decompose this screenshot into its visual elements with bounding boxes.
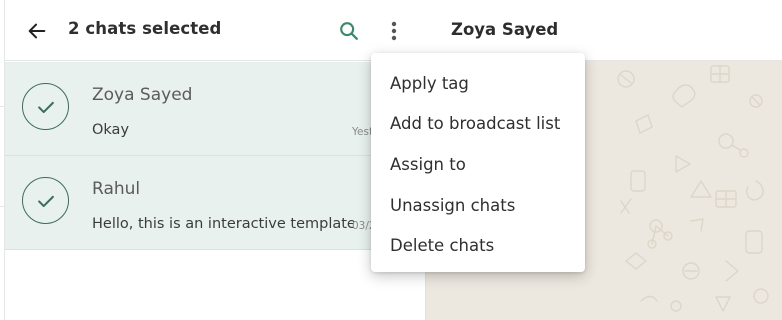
chat-list-item[interactable]: Zoya Sayed Okay Yesterday (5, 62, 426, 156)
search-button[interactable] (335, 17, 363, 45)
checkmark-icon (37, 195, 54, 207)
menu-item-delete-chats[interactable]: Delete chats (371, 225, 585, 266)
conversation-header: Zoya Sayed (426, 0, 782, 61)
back-button[interactable] (23, 17, 51, 45)
selected-count-title: 2 chats selected (68, 19, 222, 38)
checkmark-icon (37, 101, 54, 113)
conversation-contact-name: Zoya Sayed (451, 20, 559, 39)
chat-last-message: Hello, this is an interactive template (92, 216, 354, 232)
chat-last-message: Okay (92, 122, 130, 138)
more-options-menu: Apply tag Add to broadcast list Assign t… (371, 53, 585, 272)
search-icon (340, 22, 358, 40)
chat-contact-name: Rahul (92, 179, 141, 199)
more-vertical-icon (391, 21, 397, 41)
menu-item-unassign-chats[interactable]: Unassign chats (371, 185, 585, 226)
chat-list-item[interactable]: Rahul Hello, this is an interactive temp… (5, 156, 426, 250)
selection-header: 2 chats selected (5, 0, 426, 61)
chat-list-panel: 2 chats selected Zoya Sayed Okay Yesterd… (5, 0, 426, 320)
selected-check[interactable] (22, 83, 69, 130)
arrow-left-icon (28, 23, 46, 39)
menu-item-assign-to[interactable]: Assign to (371, 144, 585, 185)
menu-item-add-to-broadcast-list[interactable]: Add to broadcast list (371, 104, 585, 145)
more-options-button[interactable] (381, 17, 407, 45)
selected-check[interactable] (22, 177, 69, 224)
chat-contact-name: Zoya Sayed (92, 85, 193, 105)
menu-item-apply-tag[interactable]: Apply tag (371, 63, 585, 104)
